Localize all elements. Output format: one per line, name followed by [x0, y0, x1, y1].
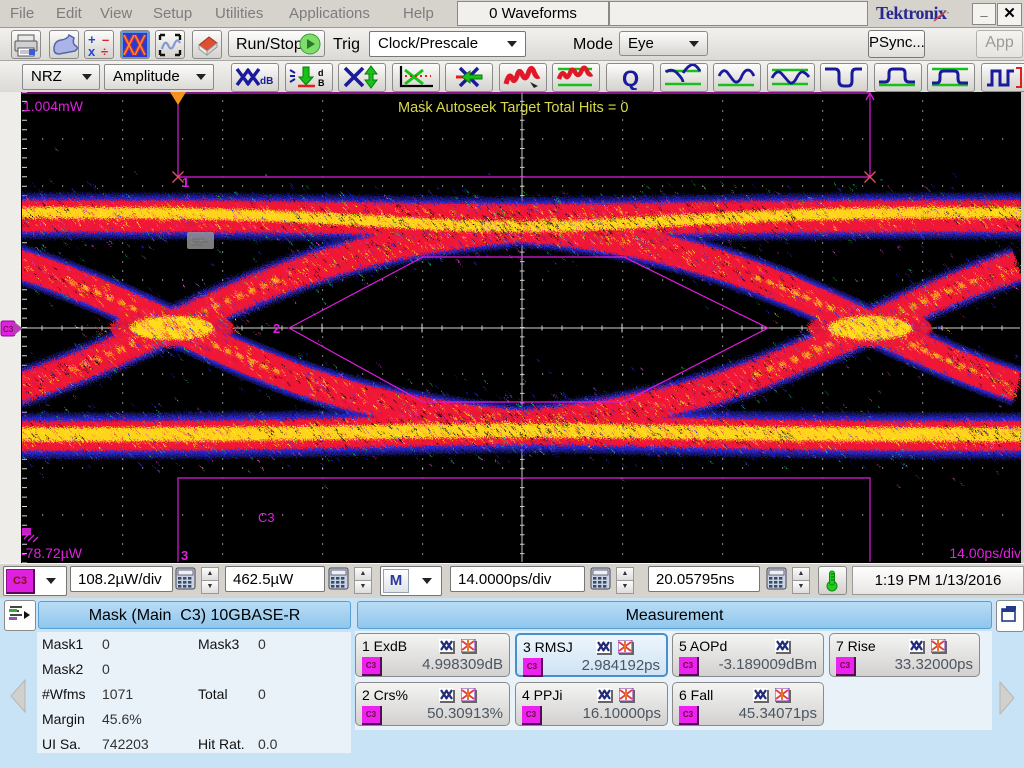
svg-text:Mask Autoseek Target Total Hit: Mask Autoseek Target Total Hits = 0	[398, 100, 628, 116]
svg-text:1.004mW: 1.004mW	[23, 98, 84, 114]
svg-text:-78.72µW: -78.72µW	[21, 545, 83, 561]
svg-text:2: 2	[273, 321, 280, 336]
svg-text:B: B	[318, 78, 325, 88]
svg-text:÷: ÷	[101, 44, 108, 59]
svg-text:1: 1	[182, 175, 189, 190]
svg-text:14.00ps/div: 14.00ps/div	[949, 545, 1021, 561]
svg-text:x: x	[88, 44, 96, 59]
svg-text:dB: dB	[260, 76, 273, 87]
svg-text:C3: C3	[3, 325, 14, 334]
svg-text:3: 3	[181, 548, 188, 563]
svg-text:d: d	[318, 68, 324, 78]
svg-text:Q: Q	[622, 66, 639, 90]
svg-text:C3: C3	[258, 510, 275, 525]
